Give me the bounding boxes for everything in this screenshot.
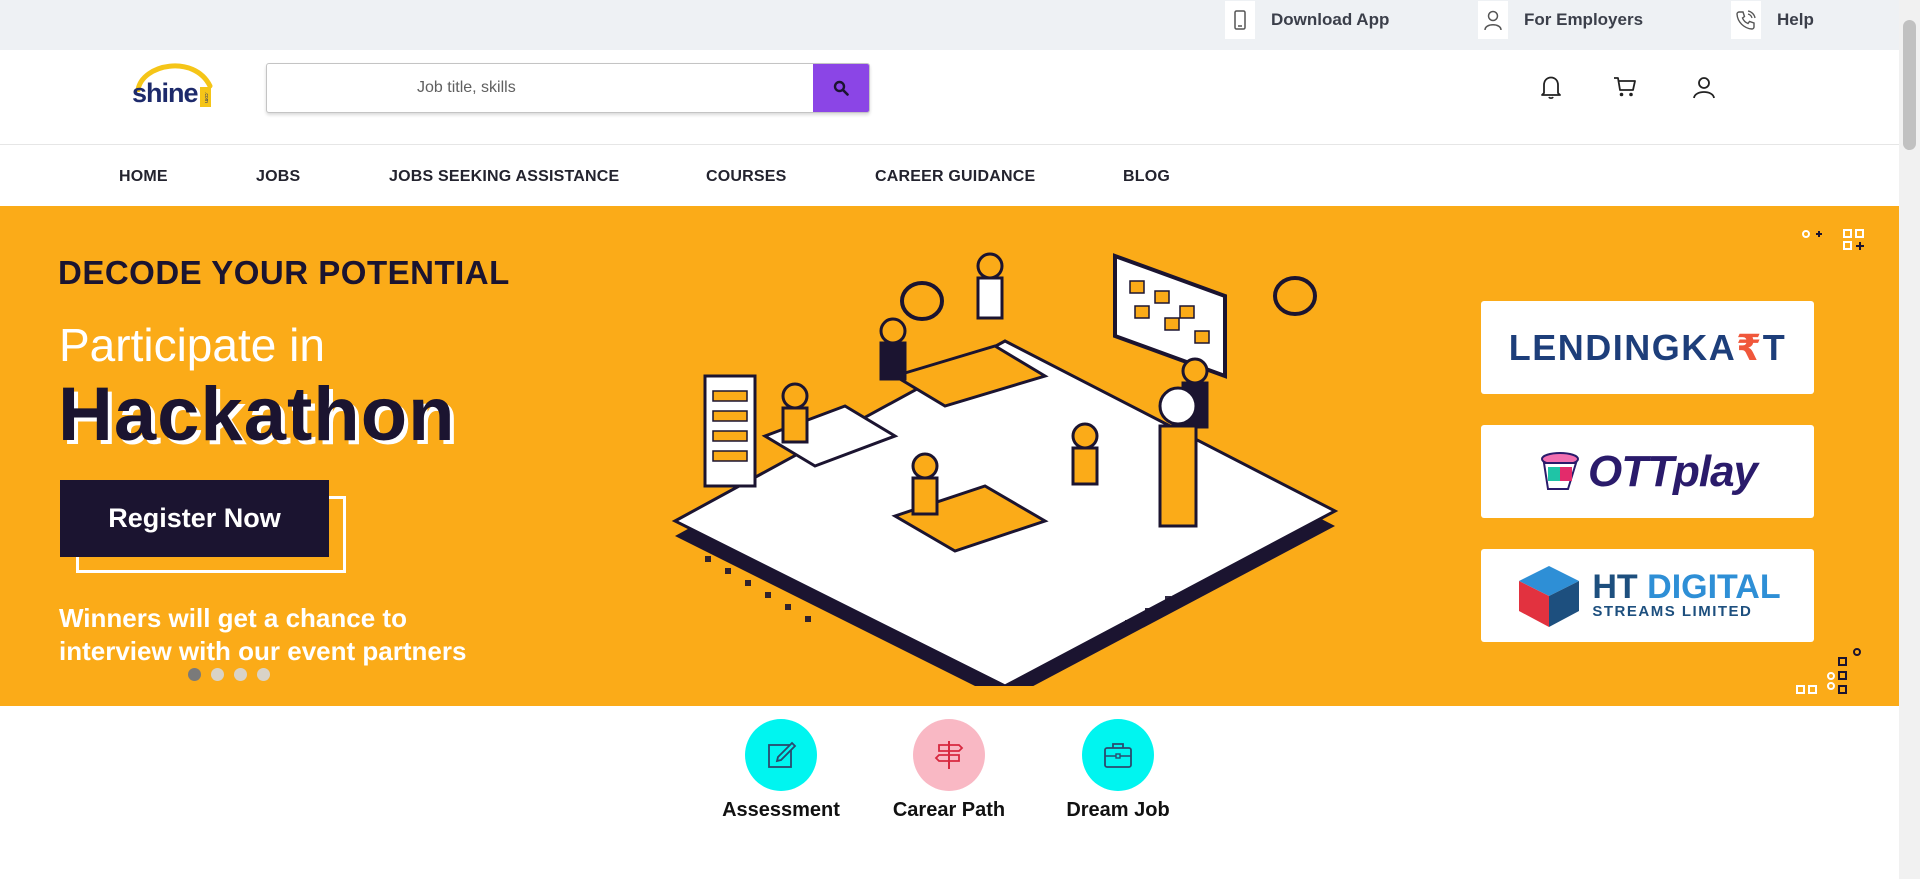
career-path-icon-circle bbox=[913, 719, 985, 791]
search-button[interactable] bbox=[813, 64, 869, 112]
office-illustration bbox=[671, 252, 1339, 686]
banner-subheadline: Participate in bbox=[59, 319, 325, 371]
help-label: Help bbox=[1777, 10, 1814, 29]
help-link[interactable]: Help bbox=[1731, 0, 1814, 40]
lendingkart-logo: LENDINGKA₹T bbox=[1508, 326, 1787, 368]
edit-icon bbox=[768, 741, 797, 768]
phone-icon bbox=[1225, 1, 1255, 39]
shine-logo[interactable]: shine .com bbox=[128, 56, 214, 116]
nav-item-jobs-seeking-assistance[interactable]: JOBS SEEKING ASSISTANCE bbox=[389, 168, 619, 186]
winners-line-1: Winners will get a chance to bbox=[59, 603, 407, 633]
ottplay-logo-text: OTTplay bbox=[1587, 446, 1758, 496]
partner-ottplay[interactable]: OTTplay bbox=[1481, 425, 1814, 518]
for-employers-label: For Employers bbox=[1524, 10, 1644, 29]
winners-line-2: interview with our event partners bbox=[59, 636, 467, 666]
search-box bbox=[266, 63, 870, 113]
decor-squares-top-icon bbox=[1802, 229, 1864, 250]
carousel-dot-3[interactable] bbox=[234, 668, 247, 681]
search-icon bbox=[833, 80, 849, 96]
banner-winners-text: Winners will get a chance to interview w… bbox=[59, 602, 466, 668]
scrollbar-thumb[interactable] bbox=[1903, 20, 1916, 150]
account-button[interactable] bbox=[1689, 72, 1719, 102]
notifications-button[interactable] bbox=[1536, 72, 1566, 102]
assessment-button[interactable]: Assessment bbox=[711, 719, 851, 822]
partner-ht-digital[interactable]: HT DIGITAL STREAMS LIMITED bbox=[1481, 549, 1814, 642]
carousel-dots bbox=[188, 668, 270, 681]
nav-item-courses[interactable]: COURSES bbox=[706, 168, 787, 186]
decor-squares-bottom-icon bbox=[1796, 648, 1861, 694]
page-scrollbar[interactable] bbox=[1899, 0, 1920, 879]
for-employers-link[interactable]: For Employers bbox=[1478, 0, 1643, 40]
ottplay-tv-icon bbox=[1540, 451, 1579, 490]
cart-button[interactable] bbox=[1610, 72, 1640, 102]
signpost-icon bbox=[934, 741, 964, 769]
carousel-dot-2[interactable] bbox=[211, 668, 224, 681]
phone-call-icon bbox=[1731, 1, 1761, 39]
banner-headline: DECODE YOUR POTENTIAL bbox=[58, 254, 510, 291]
ht-digital-logo-text: HT DIGITAL STREAMS LIMITED bbox=[1592, 568, 1781, 620]
assessment-icon-circle bbox=[745, 719, 817, 791]
career-path-label: Carear Path bbox=[892, 799, 1006, 821]
main-nav: HOME JOBS JOBS SEEKING ASSISTANCE COURSE… bbox=[0, 146, 1899, 206]
register-now-button[interactable]: Register Now bbox=[60, 480, 329, 557]
logo-suffix: .com bbox=[200, 87, 211, 107]
cart-icon bbox=[1614, 77, 1636, 97]
download-app-label: Download App bbox=[1271, 10, 1390, 29]
nav-item-home[interactable]: HOME bbox=[119, 168, 168, 186]
hackathon-banner[interactable]: DECODE YOUR POTENTIAL Participate in Hac… bbox=[0, 206, 1899, 706]
search-input[interactable] bbox=[267, 64, 813, 112]
top-utility-bar: Download App For Employers Help bbox=[0, 0, 1899, 50]
career-path-button[interactable]: Carear Path bbox=[879, 719, 1019, 822]
download-app-link[interactable]: Download App bbox=[1225, 0, 1389, 40]
carousel-dot-1[interactable] bbox=[188, 668, 201, 681]
nav-item-career-guidance[interactable]: CAREER GUIDANCE bbox=[875, 168, 1035, 186]
dream-job-icon-circle bbox=[1082, 719, 1154, 791]
logo-text: shine bbox=[132, 78, 199, 108]
carousel-dot-4[interactable] bbox=[257, 668, 270, 681]
nav-item-jobs[interactable]: JOBS bbox=[256, 168, 300, 186]
briefcase-icon bbox=[1104, 743, 1132, 768]
bell-icon bbox=[1541, 76, 1561, 99]
user-icon bbox=[1693, 77, 1715, 99]
nav-item-blog[interactable]: BLOG bbox=[1123, 168, 1170, 186]
site-header: shine .com bbox=[0, 50, 1899, 145]
ht-cube-icon bbox=[1519, 565, 1580, 627]
dream-job-label: Dream Job bbox=[1066, 799, 1170, 821]
assessment-label: Assessment bbox=[722, 799, 840, 821]
banner-title: Hackathon bbox=[58, 372, 456, 457]
partner-lendingkart[interactable]: LENDINGKA₹T bbox=[1481, 301, 1814, 394]
person-icon bbox=[1478, 1, 1508, 39]
dream-job-button[interactable]: Dream Job bbox=[1048, 719, 1188, 822]
